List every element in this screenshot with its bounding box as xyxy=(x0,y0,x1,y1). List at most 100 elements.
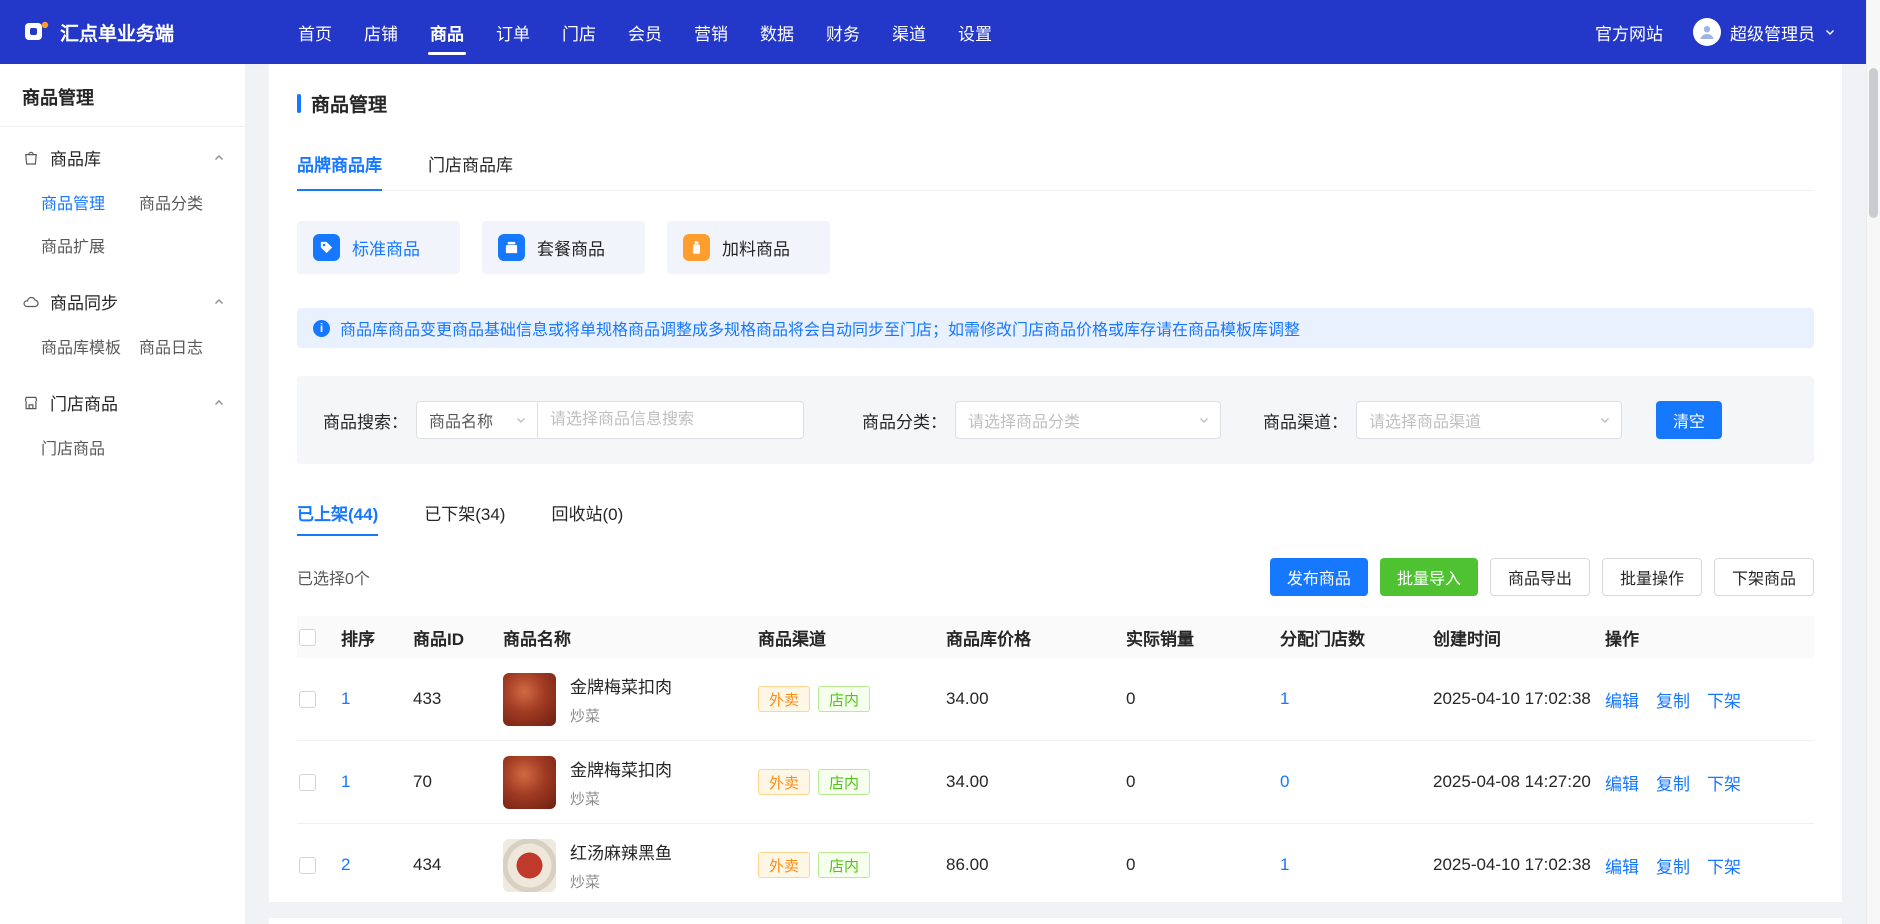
nav-stores[interactable]: 门店 xyxy=(546,0,612,64)
sidebar-group-header-store-products[interactable]: 门店商品 xyxy=(0,372,245,427)
nav-members[interactable]: 会员 xyxy=(612,0,678,64)
search-type-select[interactable]: 商品名称 xyxy=(416,401,538,439)
product-category: 炒菜 xyxy=(570,873,601,891)
store-count-link[interactable]: 1 xyxy=(1280,855,1289,874)
sidebar-item-product-management[interactable]: 商品管理 xyxy=(41,190,105,214)
row-checkbox[interactable] xyxy=(299,773,316,791)
sidebar-item-library-template[interactable]: 商品库模板 xyxy=(41,334,121,358)
sidebar-item-product-extension[interactable]: 商品扩展 xyxy=(41,233,105,257)
channel-label: 商品渠道： xyxy=(1263,412,1348,432)
title-accent-bar xyxy=(297,94,301,113)
store-count-link[interactable]: 1 xyxy=(1280,689,1289,708)
tab-off-shelf[interactable]: 已下架(34) xyxy=(424,500,505,536)
type-card-addon-product[interactable]: 加料商品 xyxy=(667,221,830,274)
sort-value[interactable]: 1 xyxy=(341,689,350,708)
brand-name: 汇点单业务端 xyxy=(60,23,175,45)
vertical-scrollbar[interactable] xyxy=(1866,0,1880,924)
nav-home[interactable]: 首页 xyxy=(282,0,348,64)
product-image xyxy=(503,838,556,892)
avatar xyxy=(1693,18,1721,46)
column-header-created: 创建时间 xyxy=(1433,629,1501,649)
page-title-row: 商品管理 xyxy=(297,64,1814,117)
sidebar-group-items: 商品库模板 商品日志 xyxy=(0,326,245,372)
sidebar-item-product-category[interactable]: 商品分类 xyxy=(139,190,203,214)
user-menu[interactable]: 超级管理员 xyxy=(1693,18,1836,46)
created-time: 2025-04-10 17:02:38 xyxy=(1433,855,1591,874)
table-row: 1 70 金牌梅菜扣肉 炒菜 外卖 店内 34.00 0 0 2025-04-0… xyxy=(297,741,1814,824)
brand-logo xyxy=(25,21,49,40)
official-site-link[interactable]: 官方网站 xyxy=(1595,20,1663,45)
publish-product-button[interactable]: 发布商品 xyxy=(1269,558,1368,596)
type-card-standard-product[interactable]: 标准商品 xyxy=(297,221,460,274)
sidebar-group-items: 门店商品 xyxy=(0,427,245,473)
row-checkbox[interactable] xyxy=(299,856,316,874)
nav-data[interactable]: 数据 xyxy=(744,0,810,64)
bag-icon xyxy=(22,149,40,167)
nav-products[interactable]: 商品 xyxy=(414,0,480,64)
filter-panel: 商品搜索： 商品名称 商品分类： 请选择商品分类 商品渠道： 请选择商品渠道 清… xyxy=(297,376,1814,464)
copy-link[interactable]: 复制 xyxy=(1656,853,1690,878)
column-header-channel: 商品渠道 xyxy=(758,629,826,649)
info-icon: i xyxy=(313,319,330,337)
product-price: 86.00 xyxy=(946,855,989,874)
product-sales: 0 xyxy=(1126,689,1136,708)
tab-on-shelf[interactable]: 已上架(44) xyxy=(297,500,379,536)
batch-operations-button[interactable]: 批量操作 xyxy=(1601,558,1702,596)
chevron-up-icon xyxy=(213,296,225,308)
copy-link[interactable]: 复制 xyxy=(1656,770,1690,795)
product-category: 炒菜 xyxy=(570,707,601,725)
product-image xyxy=(503,672,556,726)
status-tabs: 已上架(44) 已下架(34) 回收站(0) xyxy=(297,500,1814,536)
product-sales: 0 xyxy=(1126,855,1136,874)
row-checkbox[interactable] xyxy=(299,690,316,708)
sidebar-group-header-product-sync[interactable]: 商品同步 xyxy=(0,271,245,326)
unpublish-link[interactable]: 下架 xyxy=(1707,853,1741,878)
chevron-up-icon xyxy=(213,152,225,164)
product-management-card: 商品管理 品牌商品库 门店商品库 标准商品 套餐商品 加料商品 i 商品库商品变… xyxy=(269,64,1842,902)
nav-finance[interactable]: 财务 xyxy=(810,0,876,64)
unpublish-link[interactable]: 下架 xyxy=(1707,687,1741,712)
export-products-button[interactable]: 商品导出 xyxy=(1489,558,1590,596)
created-time: 2025-04-08 14:27:20 xyxy=(1433,772,1591,791)
tab-recycle-bin[interactable]: 回收站(0) xyxy=(551,500,623,536)
column-header-stores: 分配门店数 xyxy=(1280,629,1365,649)
sidebar-item-store-products[interactable]: 门店商品 xyxy=(41,435,105,459)
nav-shop[interactable]: 店铺 xyxy=(348,0,414,64)
sidebar-item-product-log[interactable]: 商品日志 xyxy=(139,334,203,358)
toolbar-buttons: 发布商品 批量导入 商品导出 批量操作 下架商品 xyxy=(1269,558,1814,596)
topbar: 汇点单业务端 首页 店铺 商品 订单 门店 会员 营销 数据 财务 渠道 设置 … xyxy=(0,0,1880,64)
nav-settings[interactable]: 设置 xyxy=(942,0,1008,64)
edit-link[interactable]: 编辑 xyxy=(1605,687,1639,712)
select-all-checkbox[interactable] xyxy=(299,628,316,646)
scrollbar-thumb[interactable] xyxy=(1869,68,1878,218)
sort-value[interactable]: 1 xyxy=(341,772,350,791)
unpublish-products-button[interactable]: 下架商品 xyxy=(1713,558,1814,596)
tab-store-library[interactable]: 门店商品库 xyxy=(428,151,513,190)
column-header-actions: 操作 xyxy=(1605,629,1639,649)
channel-select[interactable]: 请选择商品渠道 xyxy=(1356,401,1622,439)
store-count-link[interactable]: 0 xyxy=(1280,772,1289,791)
type-card-combo-product[interactable]: 套餐商品 xyxy=(482,221,645,274)
sidebar-group-header-product-library[interactable]: 商品库 xyxy=(0,127,245,182)
sort-value[interactable]: 2 xyxy=(341,855,350,874)
tab-brand-library[interactable]: 品牌商品库 xyxy=(297,151,382,191)
sidebar: 商品管理 商品库 商品管理 商品分类 商品扩展 商品同步 商品库模板 商品日志 … xyxy=(0,64,245,924)
list-toolbar: 已选择0个 发布商品 批量导入 商品导出 批量操作 下架商品 xyxy=(297,558,1814,596)
channel-tag-instore: 店内 xyxy=(818,686,871,712)
bottom-bar xyxy=(269,918,1842,924)
tag-icon xyxy=(313,234,340,261)
box-icon xyxy=(498,234,525,261)
nav-channels[interactable]: 渠道 xyxy=(876,0,942,64)
batch-import-button[interactable]: 批量导入 xyxy=(1379,558,1478,596)
created-time: 2025-04-10 17:02:38 xyxy=(1433,689,1591,708)
nav-marketing[interactable]: 营销 xyxy=(678,0,744,64)
category-select[interactable]: 请选择商品分类 xyxy=(955,401,1221,439)
copy-link[interactable]: 复制 xyxy=(1656,687,1690,712)
edit-link[interactable]: 编辑 xyxy=(1605,853,1639,878)
edit-link[interactable]: 编辑 xyxy=(1605,770,1639,795)
search-input[interactable] xyxy=(538,401,804,439)
column-header-name: 商品名称 xyxy=(503,629,571,649)
unpublish-link[interactable]: 下架 xyxy=(1707,770,1741,795)
nav-orders[interactable]: 订单 xyxy=(480,0,546,64)
clear-button[interactable]: 清空 xyxy=(1656,401,1723,439)
